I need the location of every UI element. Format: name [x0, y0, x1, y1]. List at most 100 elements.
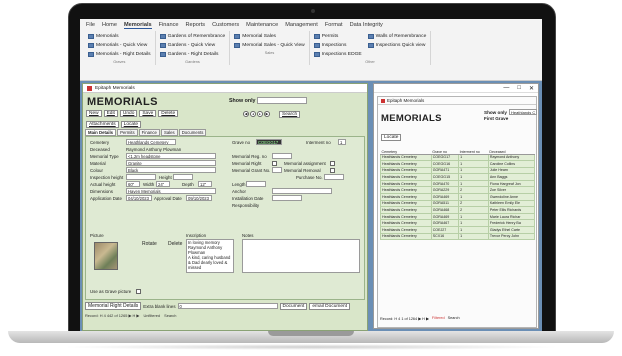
table-row[interactable]: Heathlands Cemetery COEGG15 1 Ann Baggs: [380, 173, 536, 181]
edit-button[interactable]: Edit: [103, 110, 118, 117]
tab-documents[interactable]: Documents: [178, 129, 207, 136]
table-row[interactable]: Heathlands Cemetery COEGG17 1 Raymond Antho…: [380, 153, 536, 162]
memorial-assignment-label: Memorial assignment: [284, 161, 326, 166]
menu-data-integrity[interactable]: Data Integrity: [350, 22, 383, 29]
memorial-right-details-button[interactable]: Memorial Right Details: [85, 302, 142, 310]
cemetery-field[interactable]: Heathlands Cemetery: [126, 139, 176, 145]
new-button[interactable]: New: [86, 110, 102, 117]
notes-field[interactable]: [242, 239, 360, 273]
search-button[interactable]: Search: [279, 111, 301, 118]
memorial-assignment-checkbox[interactable]: [330, 161, 335, 166]
tab-permits[interactable]: Permits: [117, 129, 138, 136]
menu-maintenance[interactable]: Maintenance: [246, 22, 278, 29]
record-search[interactable]: Search: [448, 316, 460, 321]
quick-view-show-only-dropdown[interactable]: Heathlands C: [509, 109, 537, 115]
depth-field[interactable]: 12": [198, 181, 212, 187]
memorial-removal-checkbox[interactable]: [330, 168, 335, 173]
save-button[interactable]: Save: [139, 110, 157, 117]
record-position[interactable]: Record: H 4 442 of 1265 ▶ H ▶: [85, 313, 139, 318]
menu-reports[interactable]: Reports: [186, 22, 206, 29]
grave-picture-checkbox[interactable]: [136, 289, 141, 294]
tab-finance[interactable]: Finance: [138, 129, 160, 136]
undo-button[interactable]: Undo: [119, 110, 138, 117]
tab-main-details[interactable]: Main Details: [85, 129, 117, 136]
last-record-icon[interactable]: ▶: [264, 111, 270, 117]
memorial-type-select[interactable]: <1.2m headstone: [126, 153, 216, 159]
next-record-icon[interactable]: ▸: [257, 111, 263, 117]
inscription-field[interactable]: In loving memory Raymond Anthony Plowman…: [186, 239, 234, 273]
material-select[interactable]: Granite: [126, 160, 216, 166]
width-field[interactable]: 24": [156, 181, 170, 187]
ribbon-item-walls-of-remembrance[interactable]: Walls of Remembrance: [367, 32, 426, 41]
rotate-button[interactable]: Rotate: [142, 241, 157, 247]
menu-home[interactable]: Home: [102, 22, 117, 29]
menu-memorials[interactable]: Memorials: [123, 22, 152, 29]
menu-finance[interactable]: Finance: [159, 22, 179, 29]
menu-format[interactable]: Format: [325, 22, 343, 29]
ribbon-item-inspections-quick-view[interactable]: Inspections Quick view: [367, 41, 427, 50]
colour-select[interactable]: Black: [126, 167, 216, 173]
table-row[interactable]: Heathlands Cemetery GORA469 1 Marie Laura R…: [380, 212, 536, 221]
application-date-field[interactable]: 04/10/2023: [126, 195, 152, 201]
record-navigation: ◀ ◂ ▸ ▶: [243, 111, 270, 117]
email-document-button[interactable]: email Document: [309, 302, 351, 310]
extra-blank-lines-field[interactable]: 0: [177, 303, 278, 309]
anchor-select[interactable]: [272, 188, 332, 194]
table-row[interactable]: Heathlands Cemetery GORA470 1 Fiona Hargrea…: [380, 179, 536, 188]
height-field[interactable]: [173, 174, 193, 180]
actual-height-field[interactable]: 60": [126, 181, 140, 187]
grave-no-field[interactable]: COEGG17: [256, 139, 282, 145]
record-search[interactable]: Search: [164, 313, 176, 318]
menu-file[interactable]: File: [86, 22, 95, 29]
table-row[interactable]: Heathlands Cemetery COEJ27 1 Gladys Ethel C…: [380, 226, 536, 234]
attachments-button[interactable]: Attachments: [86, 121, 119, 128]
quick-view-locate-button[interactable]: Locate: [381, 134, 402, 141]
form-icon: [88, 52, 94, 57]
purchase-no-field[interactable]: [324, 174, 344, 180]
ribbon-item-memorial-sales[interactable]: Memorial Sales: [234, 32, 304, 41]
ribbon-item-inspections-edge[interactable]: Inspections EDGE: [313, 50, 362, 59]
minimize-icon[interactable]: —: [503, 85, 509, 92]
length-field[interactable]: [246, 181, 266, 187]
ribbon-item-memorials[interactable]: Memorials: [88, 32, 151, 41]
table-row[interactable]: Heathlands Cemetery GORA471 1 Julie Hearn: [380, 166, 536, 175]
installation-date-field[interactable]: [272, 195, 302, 201]
table-row[interactable]: Heathlands Cemetery GORA229 2 Zoe Silver: [380, 186, 536, 195]
inspection-height-field[interactable]: [126, 174, 156, 180]
ribbon-item-permits[interactable]: Permits: [313, 32, 362, 41]
approval-date-field[interactable]: 09/10/2023: [186, 195, 212, 201]
record-position[interactable]: Record: H 4 1 of 1264 ▶ H ▶: [380, 316, 429, 321]
ribbon-item-memorials-right-details[interactable]: Memorials - Right Details: [88, 50, 151, 59]
locate-button[interactable]: Locate: [120, 121, 142, 128]
memorial-grant-field[interactable]: [272, 167, 282, 173]
ribbon-item-memorials-quick-view[interactable]: Memorials - Quick View: [88, 41, 151, 50]
delete-button[interactable]: Delete: [158, 110, 179, 117]
show-only-dropdown[interactable]: [257, 97, 307, 104]
ribbon-item-memorial-sales-quick-view[interactable]: Memorial Sales - Quick View: [234, 41, 305, 50]
table-row[interactable]: Heathlands Cemetery COEGG16 1 Caroline Coll…: [380, 160, 536, 168]
table-row[interactable]: Heathlands Cemetery GORA468 2 Peter Ellis R…: [380, 206, 536, 214]
document-button[interactable]: Document: [279, 302, 308, 310]
ribbon-item-gardens-right-details[interactable]: Gardens - Right Details: [159, 50, 226, 59]
table-row[interactable]: Heathlands Cemetery GORA467 1 Frederick Hen…: [380, 219, 536, 228]
ribbon-item-gardens-of-remembrance[interactable]: Gardens of Remembrance: [159, 32, 225, 41]
first-record-icon[interactable]: ◀: [243, 111, 249, 117]
memorial-reg-field[interactable]: [272, 153, 292, 159]
ribbon-item-inspections[interactable]: Inspections: [313, 41, 362, 50]
maximize-icon[interactable]: □: [517, 85, 521, 92]
ribbon-item-gardens-quick-view[interactable]: Gardens - Quick View: [159, 41, 226, 50]
filter-status[interactable]: Unfiltered: [143, 313, 160, 318]
interment-no-field[interactable]: 1: [338, 139, 346, 145]
delete-picture-button[interactable]: Delete: [168, 241, 182, 247]
memorial-right-checkbox[interactable]: [272, 161, 277, 166]
close-icon[interactable]: ✕: [529, 85, 534, 92]
dimensions-field[interactable]: Haven Memorials: [126, 188, 216, 194]
menu-management[interactable]: Management: [285, 22, 318, 29]
filter-status[interactable]: Filtered: [432, 316, 445, 321]
table-row[interactable]: Heathlands Cemetery GORA511 2 Kathleen Emil…: [380, 199, 536, 208]
table-row[interactable]: Heathlands Cemetery SCX16 1 Trevor Percy Jo…: [380, 232, 536, 241]
menu-customers[interactable]: Customers: [212, 22, 239, 29]
tab-sales[interactable]: Sales: [160, 129, 178, 136]
table-row[interactable]: Heathlands Cemetery GORA469 1 Gwendoline An…: [380, 193, 536, 201]
previous-record-icon[interactable]: ◂: [250, 111, 256, 117]
